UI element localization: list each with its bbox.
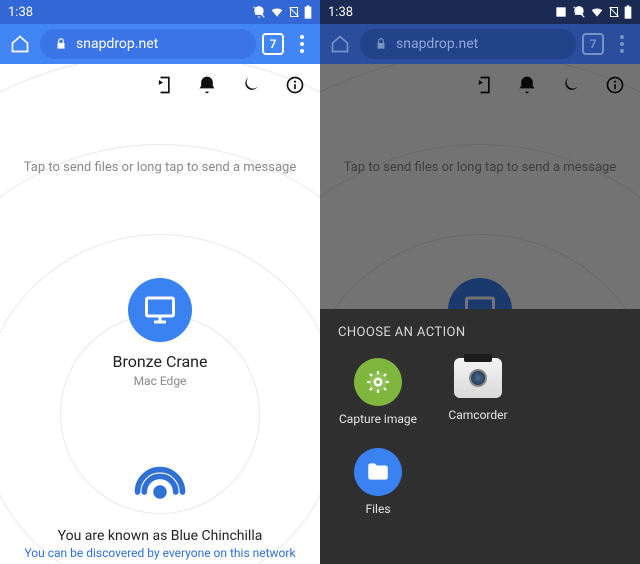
camera-icon [454, 358, 502, 398]
status-time: 1:38 [328, 5, 353, 20]
url-text: snapdrop.net [76, 36, 158, 52]
footer: You are known as Blue Chinchilla You can… [0, 464, 320, 564]
page-content: Tap to send files or long tap to send a … [0, 64, 320, 564]
bell-icon[interactable] [196, 74, 218, 96]
folder-icon [354, 448, 402, 496]
no-sim-icon [288, 5, 300, 19]
wifi-icon [270, 5, 284, 19]
screenshot-right: 1:38 snapdrop.net 7 Tap to send files or… [320, 0, 640, 564]
dnd-icon [572, 5, 586, 19]
tab-switcher[interactable]: 7 [262, 33, 284, 55]
screenshot-icon [554, 5, 568, 19]
page-content: Tap to send files or long tap to send a … [320, 64, 640, 564]
menu-button[interactable] [610, 35, 634, 53]
menu-button[interactable] [290, 35, 314, 53]
status-time: 1:38 [8, 5, 33, 20]
status-indicators [252, 5, 312, 19]
no-sim-icon [608, 5, 620, 19]
gear-icon [354, 358, 402, 406]
wifi-icon [590, 5, 604, 19]
tab-switcher[interactable]: 7 [582, 33, 604, 55]
instruction-text: Tap to send files or long tap to send a … [0, 160, 320, 175]
info-icon[interactable] [284, 74, 306, 96]
action-camcorder[interactable]: Camcorder [438, 358, 518, 426]
action-row-1: Capture image Camcorder [338, 358, 622, 426]
dnd-icon [252, 5, 266, 19]
sheet-title: CHOOSE AN ACTION [338, 325, 622, 340]
action-capture-image[interactable]: Capture image [338, 358, 418, 426]
device-card[interactable]: Bronze Crane Mac Edge [0, 278, 320, 388]
battery-icon [304, 5, 312, 19]
action-label: Files [365, 502, 390, 516]
beacon-icon [132, 464, 188, 520]
install-icon[interactable] [152, 74, 174, 96]
status-bar: 1:38 [320, 0, 640, 24]
lock-icon [54, 37, 68, 51]
url-field[interactable]: snapdrop.net [40, 29, 256, 59]
lock-icon [374, 37, 388, 51]
action-label: Camcorder [448, 408, 507, 422]
action-sheet: CHOOSE AN ACTION Capture image Camcorder [320, 309, 640, 564]
screenshot-left: 1:38 snapdrop.net 7 Tap to send files or… [0, 0, 320, 564]
action-row-2: Files [338, 448, 622, 516]
device-sub: Mac Edge [0, 374, 320, 388]
darkmode-icon[interactable] [240, 74, 262, 96]
discover-text: You can be discovered by everyone on thi… [0, 546, 320, 560]
home-button[interactable] [326, 30, 354, 58]
known-as-text: You are known as Blue Chinchilla [0, 528, 320, 544]
action-files[interactable]: Files [338, 448, 418, 516]
url-text: snapdrop.net [396, 36, 478, 52]
status-indicators [554, 5, 632, 19]
device-name: Bronze Crane [0, 352, 320, 371]
app-toolbar [152, 74, 306, 96]
url-field[interactable]: snapdrop.net [360, 29, 576, 59]
battery-icon [624, 5, 632, 19]
address-bar: snapdrop.net 7 [320, 24, 640, 64]
action-label: Capture image [339, 412, 417, 426]
home-button[interactable] [6, 30, 34, 58]
status-bar: 1:38 [0, 0, 320, 24]
desktop-icon [128, 278, 192, 342]
address-bar: snapdrop.net 7 [0, 24, 320, 64]
